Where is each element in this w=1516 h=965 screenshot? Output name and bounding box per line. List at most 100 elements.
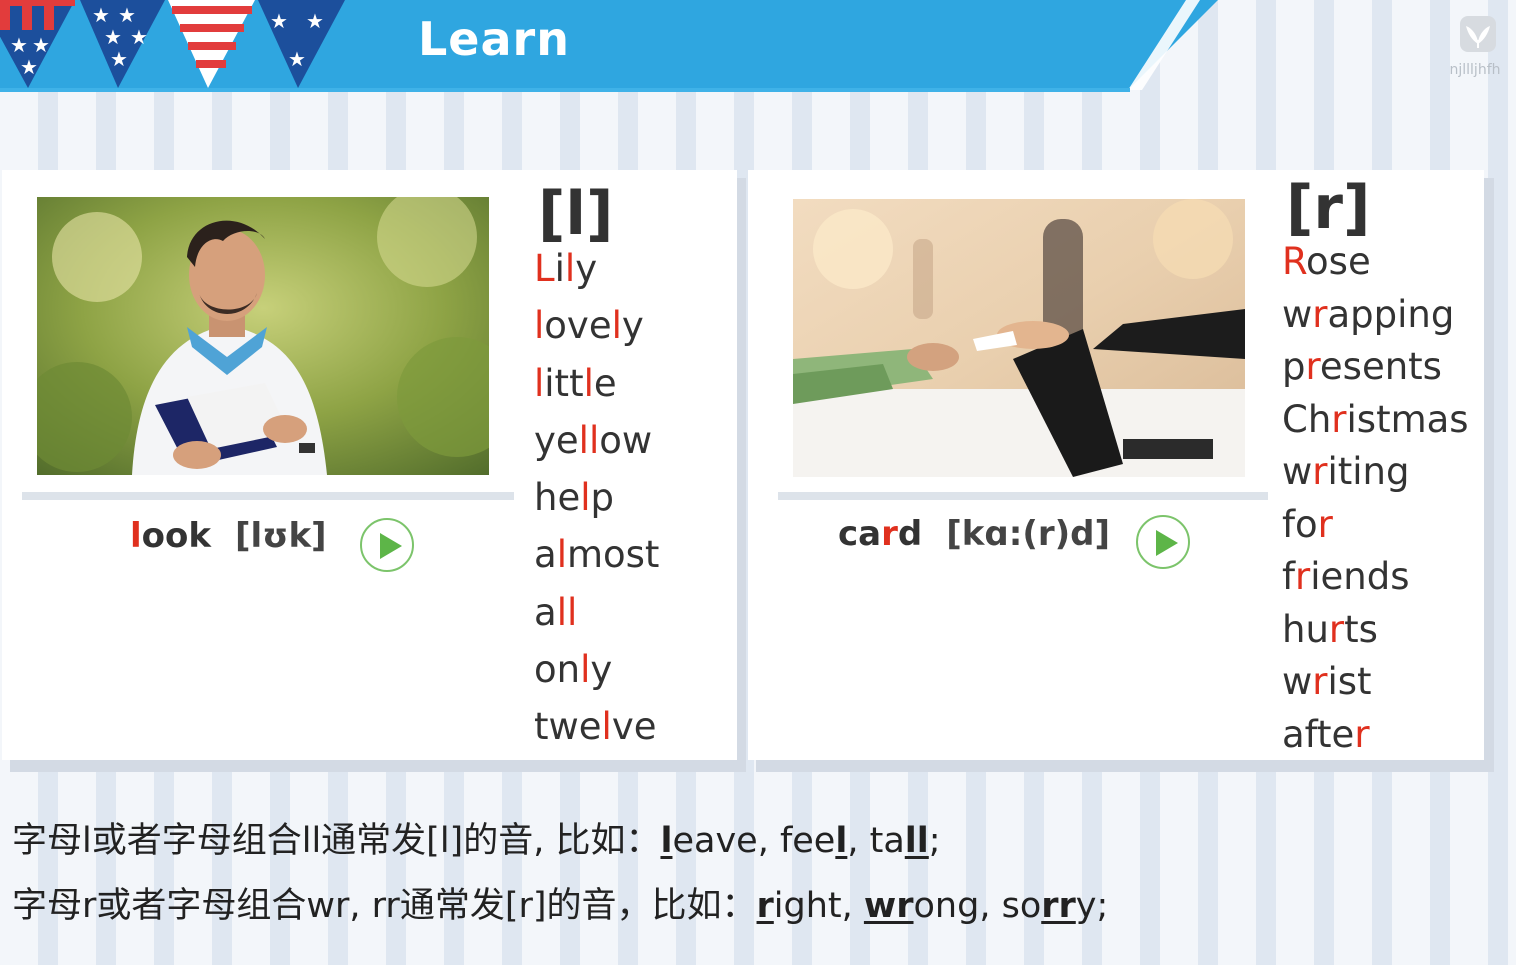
word-item: help bbox=[534, 469, 659, 526]
word-item: little bbox=[534, 355, 659, 412]
word-part: p bbox=[1282, 345, 1306, 388]
page-title: Learn bbox=[418, 12, 570, 66]
watermark-text: njllljhfh bbox=[1449, 62, 1501, 78]
word-item: friends bbox=[1282, 551, 1469, 604]
highlighted-letters: l bbox=[580, 648, 591, 692]
underlined-letters: r bbox=[756, 886, 774, 926]
highlighted-letters: r bbox=[1312, 292, 1328, 336]
word-part: p bbox=[590, 476, 615, 520]
underlined-letters: rr bbox=[1041, 886, 1076, 926]
word-part: fo bbox=[1282, 502, 1318, 546]
highlighted-letters: l bbox=[601, 705, 612, 749]
highlighted-letters: r bbox=[1305, 345, 1320, 388]
highlighted-letters: l bbox=[556, 533, 567, 577]
keyword-post: ook bbox=[141, 516, 211, 556]
word-part: itt bbox=[544, 361, 584, 405]
word-item: Rose bbox=[1282, 236, 1469, 289]
svg-text:★: ★ bbox=[288, 47, 306, 71]
word-item: presents bbox=[1282, 341, 1469, 394]
word-part: w bbox=[1282, 660, 1313, 703]
word-item: only bbox=[534, 641, 659, 698]
word-item: wrist bbox=[1282, 656, 1469, 709]
highlighted-letters: r bbox=[1328, 607, 1345, 651]
svg-text:★: ★ bbox=[306, 9, 324, 33]
word-item: yellow bbox=[534, 412, 659, 469]
underlined-letters: l bbox=[660, 821, 673, 861]
keyword-look: look [lʊk] bbox=[130, 516, 327, 556]
word-part: ove bbox=[544, 304, 612, 348]
word-item: writing bbox=[1282, 446, 1469, 499]
card-handover-photo bbox=[793, 199, 1245, 477]
play-icon bbox=[1156, 530, 1178, 556]
right-card: card [kɑ:(r)d] [r] Rose wrapping presents Ch… bbox=[748, 170, 1484, 760]
word-part: y bbox=[621, 304, 644, 348]
word-item: Christmas bbox=[1282, 394, 1469, 447]
word-part: ts bbox=[1344, 607, 1378, 651]
word-part: hu bbox=[1282, 607, 1329, 651]
word-part: esents bbox=[1319, 345, 1442, 388]
word-item: after bbox=[1282, 709, 1469, 762]
highlighted-letters: r bbox=[1312, 660, 1328, 703]
word-item: Lily bbox=[534, 240, 659, 297]
highlighted-letters: l bbox=[534, 361, 545, 405]
example-text: , ta bbox=[847, 821, 905, 861]
word-part: e bbox=[593, 361, 617, 405]
man-reading-book-photo bbox=[37, 197, 489, 475]
rule-prefix: 字母r或者字母组合wr, rr通常发[r]的音，比如： bbox=[12, 886, 757, 926]
word-part: ow bbox=[599, 418, 653, 462]
word-item: for bbox=[1282, 499, 1469, 552]
leaf-logo-icon bbox=[1460, 16, 1496, 52]
word-item: twelve bbox=[534, 698, 659, 755]
word-part: a bbox=[534, 590, 557, 634]
word-part: f bbox=[1282, 555, 1296, 598]
underlined-letters: ll bbox=[904, 821, 929, 861]
highlighted-letters: ll bbox=[556, 590, 578, 634]
underlined-letters: wr bbox=[863, 886, 914, 926]
svg-text:★: ★ bbox=[130, 25, 148, 49]
word-part: ose bbox=[1306, 240, 1371, 283]
rule-line-l: 字母l或者字母组合ll通常发[l]的音, 比如：leave, feel, tal… bbox=[12, 812, 941, 863]
highlighted-letters: l bbox=[580, 476, 591, 520]
word-item: all bbox=[534, 584, 659, 641]
word-part: w bbox=[1282, 292, 1313, 336]
play-icon bbox=[380, 533, 402, 559]
word-list-r: Rose wrapping presents Christmas writing for f… bbox=[1282, 236, 1469, 761]
word-part: iends bbox=[1310, 555, 1410, 598]
phoneme-heading-r: [r] bbox=[1286, 173, 1371, 243]
word-item: wrapping bbox=[1282, 289, 1469, 342]
play-audio-button-card[interactable] bbox=[1136, 515, 1190, 569]
highlighted-letters: r bbox=[1331, 397, 1347, 441]
highlighted-letters: ll bbox=[578, 418, 600, 462]
underlined-letters: l bbox=[835, 821, 848, 861]
word-part: ve bbox=[611, 705, 657, 749]
photo-shelf bbox=[22, 492, 514, 500]
keyword-ipa: [lʊk] bbox=[234, 516, 327, 556]
word-part: istmas bbox=[1346, 397, 1469, 441]
highlighted-letters: L bbox=[534, 247, 555, 290]
highlighted-letters: R bbox=[1282, 240, 1307, 283]
highlighted-letters: l bbox=[534, 304, 545, 348]
svg-text:★: ★ bbox=[118, 3, 136, 27]
svg-text:★: ★ bbox=[10, 33, 28, 57]
word-part: Ch bbox=[1282, 397, 1332, 441]
phoneme-heading-l: [l] bbox=[538, 179, 614, 249]
header-banner-graphic: ★ ★★ ★ ★★ ★★ ★ ★★ bbox=[0, 0, 1218, 92]
svg-text:★: ★ bbox=[92, 3, 110, 27]
word-item: lovely bbox=[534, 297, 659, 354]
rule-examples: leave, feel, tall; bbox=[660, 821, 940, 861]
highlighted-letters: r bbox=[1295, 555, 1311, 598]
svg-text:★: ★ bbox=[32, 33, 50, 57]
word-list-l: Lily lovely little yellow help almost all only t… bbox=[534, 240, 659, 756]
rule-prefix: 字母l或者字母组合ll通常发[l]的音, 比如： bbox=[12, 821, 661, 861]
svg-text:★: ★ bbox=[270, 9, 288, 33]
svg-text:★: ★ bbox=[110, 47, 128, 71]
keyword-post: d bbox=[897, 514, 923, 554]
word-part: y bbox=[590, 648, 613, 692]
play-audio-button-look[interactable] bbox=[360, 518, 414, 572]
word-part: he bbox=[534, 476, 581, 520]
highlighted-letters: r bbox=[1312, 450, 1328, 493]
keyword-highlight: r bbox=[881, 514, 898, 554]
word-part: on bbox=[534, 648, 581, 692]
word-part: w bbox=[1282, 450, 1313, 493]
example-text: ong, so bbox=[913, 886, 1042, 926]
